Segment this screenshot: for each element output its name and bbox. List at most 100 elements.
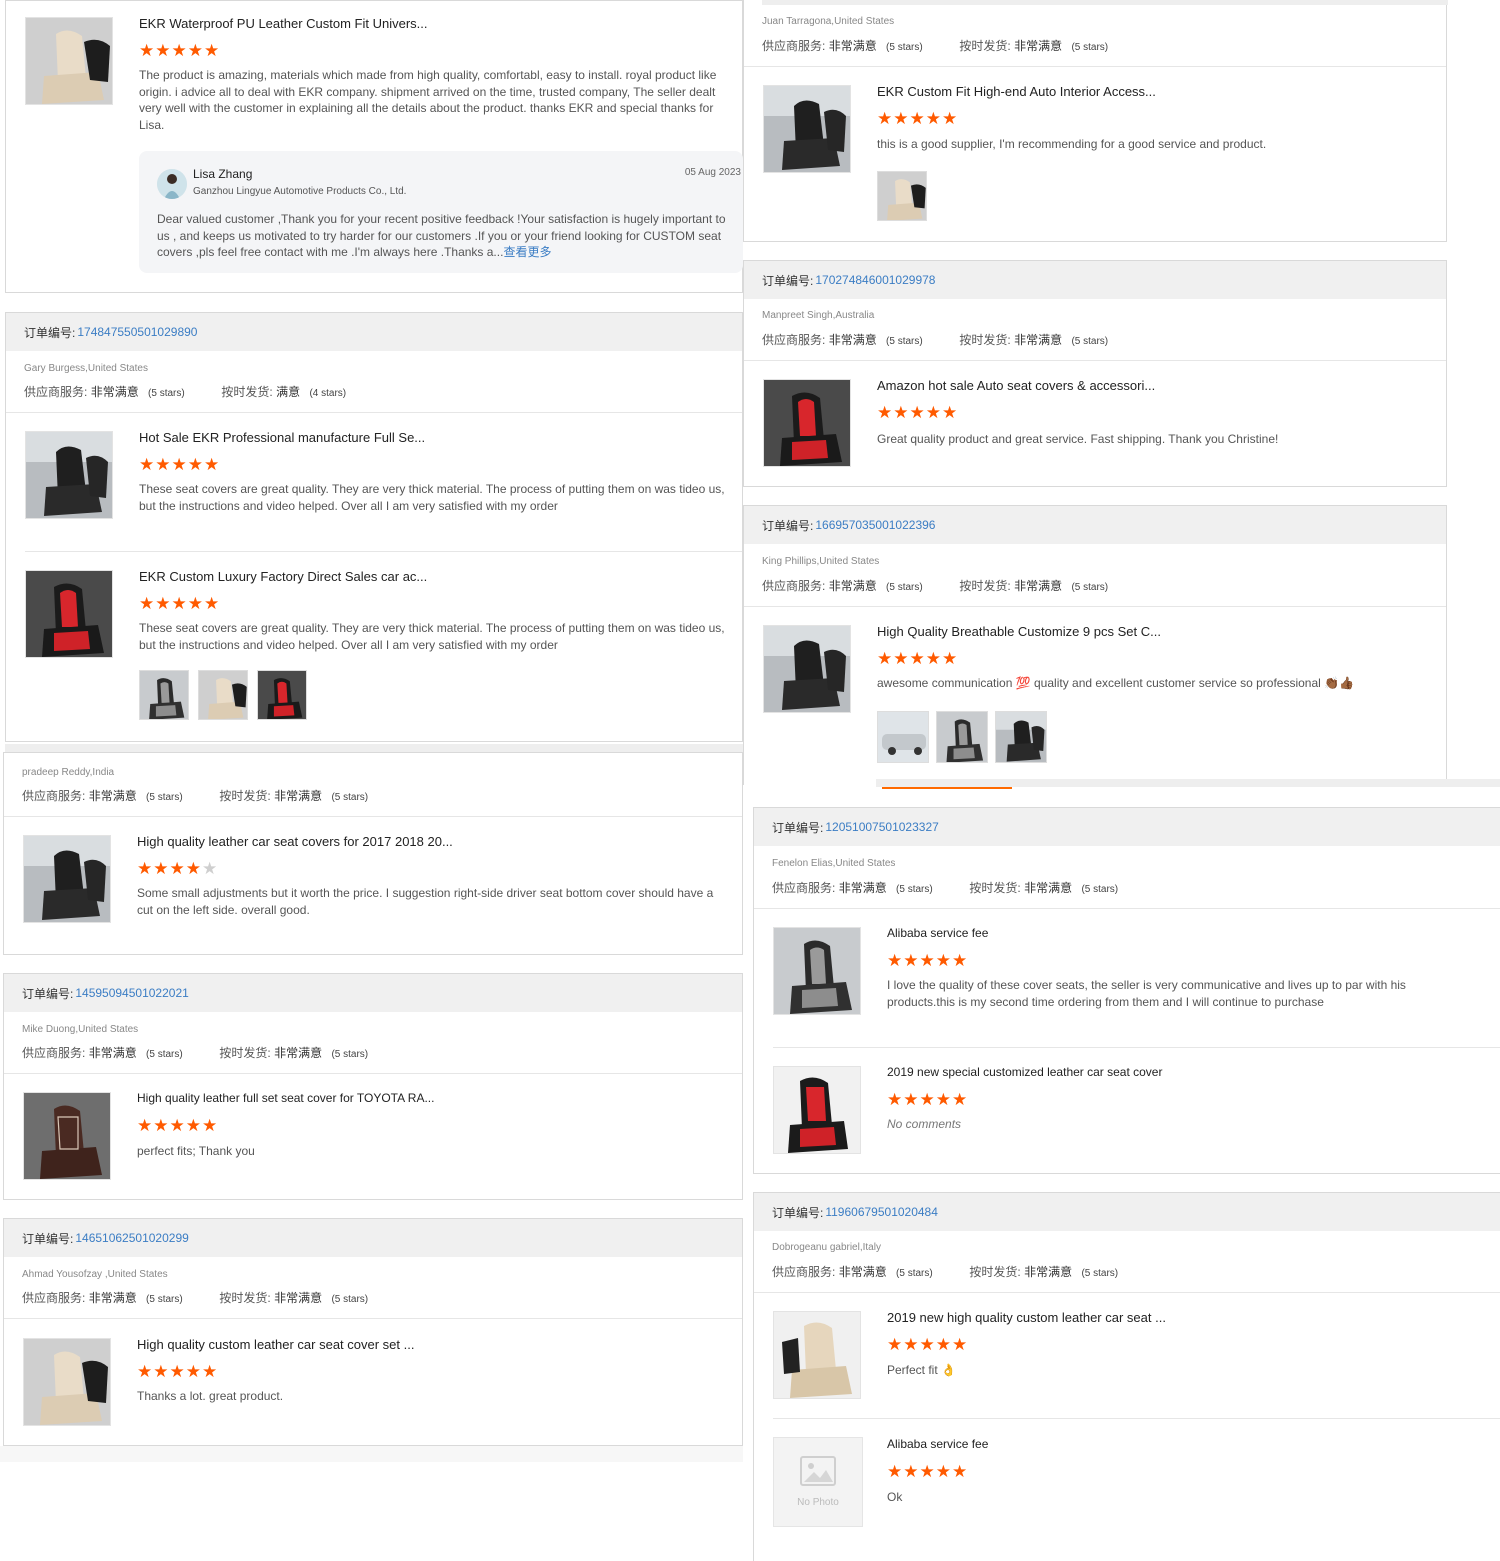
order-header: 订单编号: 14595094501022021 xyxy=(4,974,742,1012)
product-title[interactable]: High quality leather full set seat cover… xyxy=(137,1091,434,1105)
review-photo[interactable] xyxy=(877,171,927,221)
review-photo[interactable] xyxy=(936,711,988,763)
review-photo[interactable] xyxy=(995,711,1047,763)
product-thumbnail[interactable] xyxy=(763,625,851,713)
star-filled-icon: ★ xyxy=(877,109,894,128)
on-time-value: 非常满意 xyxy=(1014,333,1063,347)
order-number-link[interactable]: 14651062501020299 xyxy=(75,1231,188,1245)
buyer-info: Ahmad Yousofzay ,United States xyxy=(22,1269,168,1280)
product-thumbnail[interactable] xyxy=(763,379,851,467)
on-time-stars: (5 stars) xyxy=(1071,336,1109,347)
review-photo[interactable] xyxy=(198,670,248,720)
order-number-label: 订单编号: xyxy=(22,986,74,1001)
product-thumbnail[interactable] xyxy=(773,1311,861,1399)
star-filled-icon: ★ xyxy=(887,1335,904,1354)
review-comment: These seat covers are great quality. The… xyxy=(139,621,725,652)
star-filled-icon: ★ xyxy=(185,1362,202,1381)
product-thumbnail[interactable] xyxy=(763,85,851,173)
on-time-stars: (4 stars) xyxy=(309,388,347,399)
star-filled-icon: ★ xyxy=(202,1116,219,1135)
order-number-link[interactable]: 12051007501023327 xyxy=(825,820,938,834)
on-time-label: 按时发货: xyxy=(959,333,1011,347)
order-number-link[interactable]: 11960679501020484 xyxy=(825,1205,938,1219)
star-filled-icon: ★ xyxy=(952,1335,969,1354)
star-filled-icon: ★ xyxy=(909,109,926,128)
product-thumbnail[interactable] xyxy=(23,835,111,923)
order-number-link[interactable]: 14595094501022021 xyxy=(75,986,188,1000)
product-title[interactable]: High quality custom leather car seat cov… xyxy=(137,1337,414,1352)
order-number-link[interactable]: 166957035001022396 xyxy=(815,518,935,532)
reply-text: Dear valued customer ,Thank you for your… xyxy=(157,211,733,261)
on-time-value: 非常满意 xyxy=(1024,881,1073,895)
order-card: 订单编号: 11960679501020484 Dobrogeanu gabri… xyxy=(753,1192,1500,1561)
order-card: 订单编号: 14651062501020299 Ahmad Yousofzay … xyxy=(3,1218,743,1446)
order-card: pradeep Reddy,India 供应商服务: 非常满意 (5 stars… xyxy=(3,752,743,955)
on-time-value: 非常满意 xyxy=(1024,1265,1073,1279)
product-title[interactable]: Alibaba service fee xyxy=(887,1437,988,1451)
rating-stars: ★★★★★ xyxy=(139,455,220,475)
supplier-service-stars: (5 stars) xyxy=(896,884,933,895)
star-filled-icon: ★ xyxy=(155,41,172,60)
review-photo[interactable] xyxy=(139,670,189,720)
product-thumbnail[interactable] xyxy=(23,1092,111,1180)
product-thumbnail[interactable] xyxy=(25,431,113,519)
buyer-info: King Phillips,United States xyxy=(762,556,880,567)
star-filled-icon: ★ xyxy=(935,1090,952,1109)
on-time-label: 按时发货: xyxy=(959,39,1011,53)
on-time-value: 非常满意 xyxy=(274,1046,323,1060)
rating-stars: ★★★★★ xyxy=(137,1116,218,1136)
rating-stars: ★★★★★ xyxy=(877,649,958,669)
star-filled-icon: ★ xyxy=(169,1362,186,1381)
on-time-stars: (5 stars) xyxy=(1081,884,1119,895)
supplier-service-label: 供应商服务: xyxy=(772,881,836,895)
rating-stars: ★★★★★ xyxy=(139,41,220,61)
supplier-service-label: 供应商服务: xyxy=(22,1046,86,1060)
on-time-label: 按时发货: xyxy=(959,579,1011,593)
product-title[interactable]: 2019 new high quality custom leather car… xyxy=(887,1310,1166,1325)
review-card: EKR Waterproof PU Leather Custom Fit Uni… xyxy=(5,0,743,293)
product-title[interactable]: Alibaba service fee xyxy=(887,926,988,940)
product-title[interactable]: Hot Sale EKR Professional manufacture Fu… xyxy=(139,430,425,445)
on-time-stars: (5 stars) xyxy=(331,792,369,803)
star-filled-icon: ★ xyxy=(909,649,926,668)
supplier-service-value: 非常满意 xyxy=(838,881,887,895)
product-thumbnail[interactable] xyxy=(773,927,861,1015)
product-title[interactable]: EKR Custom Luxury Factory Direct Sales c… xyxy=(139,569,427,584)
review-photo[interactable] xyxy=(257,670,307,720)
product-thumbnail[interactable] xyxy=(25,570,113,658)
product-title[interactable]: EKR Waterproof PU Leather Custom Fit Uni… xyxy=(139,16,428,31)
order-number-link[interactable]: 170274846001029978 xyxy=(815,273,935,287)
order-number-label: 订单编号: xyxy=(22,1231,74,1246)
product-thumbnail[interactable] xyxy=(773,1066,861,1154)
star-filled-icon: ★ xyxy=(153,1362,170,1381)
supplier-service-value: 非常满意 xyxy=(88,1046,137,1060)
on-time-label: 按时发货: xyxy=(969,1265,1021,1279)
product-title[interactable]: EKR Custom Fit High-end Auto Interior Ac… xyxy=(877,84,1156,99)
order-ratings: 供应商服务: 非常满意 (5 stars) 按时发货: 满意 (4 stars) xyxy=(24,383,346,400)
product-title[interactable]: Amazon hot sale Auto seat covers & acces… xyxy=(877,378,1155,393)
order-header: 订单编号: 14651062501020299 xyxy=(4,1219,742,1257)
star-filled-icon: ★ xyxy=(935,951,952,970)
star-filled-icon: ★ xyxy=(187,41,204,60)
no-photo-placeholder: No Photo xyxy=(773,1437,863,1527)
see-more-link[interactable]: 查看更多 xyxy=(503,245,551,259)
order-number-link[interactable]: 174847550501029890 xyxy=(77,325,197,339)
review-comment: No comments xyxy=(887,1117,962,1131)
supplier-service-label: 供应商服务: xyxy=(772,1265,836,1279)
rating-stars: ★★★★★ xyxy=(887,1335,968,1355)
on-time-value: 非常满意 xyxy=(1014,39,1063,53)
order-number-label: 订单编号: xyxy=(24,325,76,340)
product-title[interactable]: 2019 new special customized leather car … xyxy=(887,1065,1162,1079)
supplier-service-stars: (5 stars) xyxy=(146,792,183,803)
star-filled-icon: ★ xyxy=(877,649,894,668)
product-thumbnail[interactable] xyxy=(25,17,113,105)
supplier-service-value: 非常满意 xyxy=(828,579,877,593)
product-title[interactable]: High quality leather car seat covers for… xyxy=(137,834,453,849)
product-thumbnail[interactable] xyxy=(23,1338,111,1426)
product-title[interactable]: High Quality Breathable Customize 9 pcs … xyxy=(877,624,1161,639)
star-filled-icon: ★ xyxy=(202,1362,219,1381)
supplier-service-label: 供应商服务: xyxy=(762,333,826,347)
star-filled-icon: ★ xyxy=(903,1335,920,1354)
order-card: 订单编号: 170274846001029978 Manpreet Singh,… xyxy=(743,260,1447,487)
review-photo[interactable] xyxy=(877,711,929,763)
